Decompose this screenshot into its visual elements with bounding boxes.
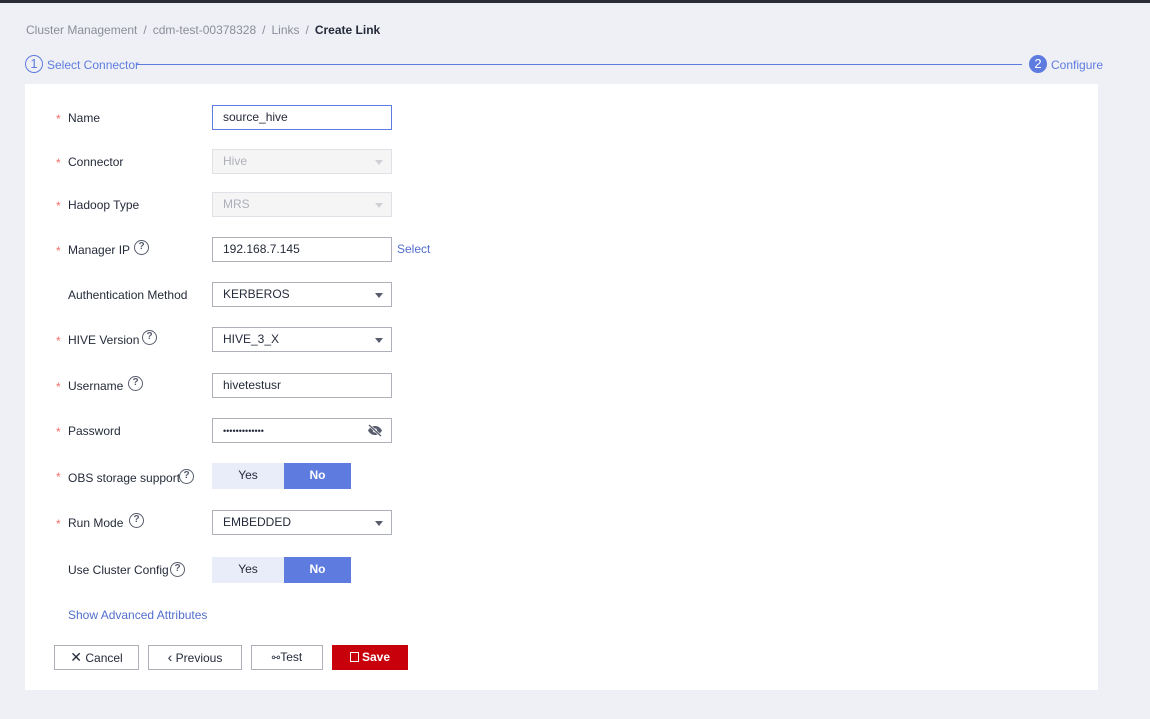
save-icon	[349, 652, 359, 662]
test-button[interactable]: ⚯Test	[251, 645, 323, 670]
test-label: Test	[280, 650, 303, 664]
chevron-down-icon	[375, 160, 383, 165]
connector-value: Hive	[223, 154, 248, 168]
use-cluster-toggle[interactable]: Yes No	[212, 557, 351, 583]
save-button[interactable]: Save	[332, 645, 408, 670]
manager-ip-label: Manager IP	[68, 243, 131, 257]
breadcrumb-cluster[interactable]: cdm-test-00378328	[153, 23, 256, 37]
obs-row: * OBS storage support ? Yes No	[25, 463, 1098, 489]
breadcrumb-cluster-management[interactable]: Cluster Management	[26, 23, 137, 37]
help-icon[interactable]: ?	[170, 562, 185, 577]
breadcrumb-links[interactable]: Links	[271, 23, 299, 37]
required-icon: *	[56, 244, 61, 258]
cancel-label: Cancel	[85, 651, 123, 665]
breadcrumb-current: Create Link	[314, 23, 381, 37]
auth-row: Authentication Method KERBEROS	[25, 282, 1098, 308]
help-icon[interactable]: ?	[128, 376, 143, 391]
previous-label: Previous	[175, 651, 223, 665]
auth-select[interactable]: KERBEROS	[212, 282, 392, 307]
username-input[interactable]: hivetestusr	[212, 373, 392, 398]
run-mode-value: EMBEDDED	[223, 515, 292, 529]
stepper: 1 Select Connector 2 Configure	[25, 55, 1104, 73]
required-icon: *	[56, 425, 61, 439]
required-icon: *	[56, 156, 61, 170]
run-mode-row: * Run Mode ? EMBEDDED	[25, 510, 1098, 536]
step-1-number: 1	[25, 55, 43, 73]
help-icon[interactable]: ?	[134, 240, 149, 255]
required-icon: *	[56, 380, 61, 394]
connection-icon: ⚯	[271, 653, 281, 664]
auth-label: Authentication Method	[68, 288, 188, 302]
username-label: Username	[68, 379, 124, 393]
save-label: Save	[361, 650, 391, 664]
name-label: Name	[68, 111, 101, 125]
password-row: * Password •••••••••••••	[25, 418, 1098, 444]
help-icon[interactable]: ?	[142, 330, 157, 345]
obs-no-option[interactable]: No	[284, 463, 351, 489]
cancel-button[interactable]: ✕ Cancel	[54, 645, 139, 670]
password-input[interactable]: •••••••••••••	[212, 418, 392, 443]
required-icon: *	[56, 199, 61, 213]
connector-row: * Connector Hive	[25, 149, 1098, 175]
show-advanced-link[interactable]: Show Advanced Attributes	[68, 608, 207, 622]
connector-select: Hive	[212, 149, 392, 174]
chevron-left-icon: ‹	[167, 649, 173, 665]
username-row: * Username ? hivetestusr	[25, 373, 1098, 399]
manager-ip-input[interactable]: 192.168.7.145	[212, 237, 392, 262]
hive-version-label: HIVE Version	[68, 333, 140, 347]
connector-label: Connector	[68, 155, 124, 169]
name-row: * Name source_hive	[25, 105, 1098, 131]
required-icon: *	[56, 517, 61, 531]
required-icon: *	[56, 112, 61, 126]
help-icon[interactable]: ?	[129, 513, 144, 528]
breadcrumb: Cluster Management / cdm-test-00378328/Lin…	[26, 23, 381, 37]
manager-ip-row: * Manager IP ? 192.168.7.145 Select	[25, 237, 1098, 263]
obs-label: OBS storage support	[68, 471, 181, 485]
password-label: Password	[68, 424, 121, 438]
run-mode-select[interactable]: EMBEDDED	[212, 510, 392, 535]
hadoop-type-label: Hadoop Type	[68, 198, 140, 212]
step-divider	[137, 64, 1022, 65]
use-cluster-label: Use Cluster Config	[68, 563, 169, 577]
step-2-label: Configure	[1051, 58, 1104, 72]
step-2-number: 2	[1029, 55, 1047, 73]
select-ip-link[interactable]: Select	[397, 242, 430, 256]
name-input[interactable]: source_hive	[212, 105, 392, 130]
password-value: •••••••••••••	[223, 426, 264, 436]
obs-yes-option[interactable]: Yes	[212, 463, 284, 489]
obs-toggle[interactable]: Yes No	[212, 463, 351, 489]
link-form: * Name source_hive * Connector Hive * Ha…	[25, 84, 1098, 690]
chevron-down-icon	[375, 293, 383, 298]
use-cluster-yes-option[interactable]: Yes	[212, 557, 284, 583]
help-icon[interactable]: ?	[179, 469, 194, 484]
hadoop-type-row: * Hadoop Type MRS	[25, 192, 1098, 218]
use-cluster-no-option[interactable]: No	[284, 557, 351, 583]
run-mode-label: Run Mode	[68, 516, 124, 530]
required-icon: *	[56, 470, 61, 484]
use-cluster-row: Use Cluster Config ? Yes No	[25, 557, 1098, 583]
auth-value: KERBEROS	[223, 287, 290, 301]
required-icon: *	[56, 334, 61, 348]
hadoop-type-select: MRS	[212, 192, 392, 217]
chevron-down-icon	[375, 338, 383, 343]
chevron-down-icon	[375, 521, 383, 526]
chevron-down-icon	[375, 203, 383, 208]
step-1-label: Select Connector	[47, 58, 140, 72]
hadoop-type-value: MRS	[223, 197, 250, 211]
top-bar	[0, 0, 1150, 3]
hive-version-row: * HIVE Version ? HIVE_3_X	[25, 327, 1098, 353]
previous-button[interactable]: ‹ Previous	[148, 645, 242, 670]
hive-version-value: HIVE_3_X	[223, 332, 280, 346]
close-icon: ✕	[70, 649, 83, 665]
hive-version-select[interactable]: HIVE_3_X	[212, 327, 392, 352]
eye-off-icon[interactable]	[367, 424, 383, 437]
